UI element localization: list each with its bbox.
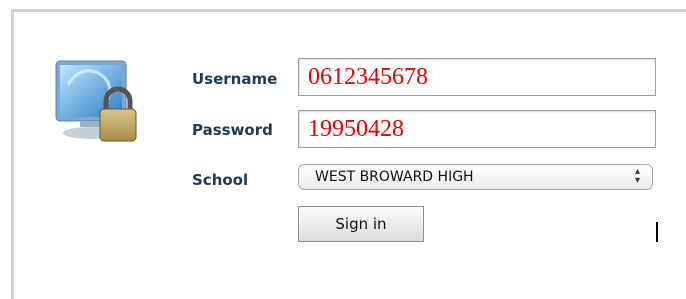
school-select[interactable]: WEST BROWARD HIGH ▴ ▾ (298, 164, 653, 190)
password-label: Password (192, 121, 273, 139)
sign-in-button[interactable]: Sign in (298, 206, 424, 242)
school-select-value: WEST BROWARD HIGH (315, 169, 474, 185)
updown-arrows-icon: ▴ ▾ (634, 166, 640, 186)
school-label: School (192, 171, 249, 189)
password-field[interactable]: 19950428 (298, 110, 656, 148)
computer-lock-icon (50, 55, 146, 155)
username-label: Username (192, 70, 278, 88)
text-cursor (656, 222, 658, 242)
username-field[interactable]: 0612345678 (298, 58, 656, 96)
